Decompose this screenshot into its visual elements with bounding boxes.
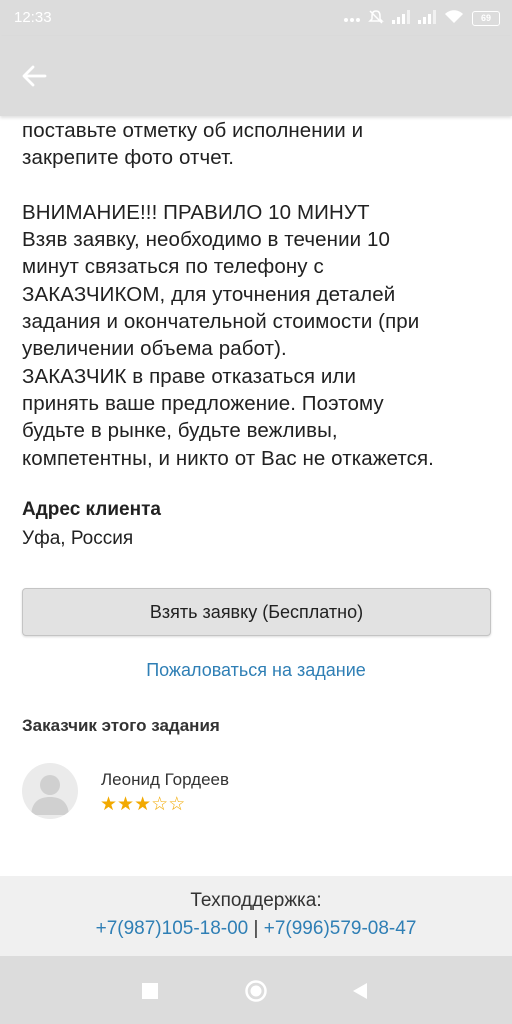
description-line: Взяв заявку, необходимо в течении 10	[22, 228, 390, 252]
description-line	[22, 172, 494, 199]
home-circle-icon	[245, 980, 267, 1002]
home-button[interactable]	[241, 976, 271, 1006]
star-filled-icon: ★	[117, 794, 135, 815]
take-task-button[interactable]: Взять заявку (Бесплатно)	[22, 588, 491, 636]
description-line: поставьте отметку об исполнении и	[22, 119, 364, 142]
description-line: минут связаться по телефону с	[22, 255, 324, 279]
app-bar	[0, 36, 512, 116]
mute-icon	[368, 9, 384, 28]
nav-back-button[interactable]	[345, 976, 375, 1006]
description-line: ВНИМАНИЕ!!! ПРАВИЛО 10 МИНУТ	[22, 200, 370, 224]
recents-button[interactable]	[135, 976, 165, 1006]
more-dots-icon	[344, 10, 360, 26]
back-button[interactable]	[14, 56, 54, 96]
support-phone-2[interactable]: +7(996)579-08-47	[264, 918, 417, 939]
support-phones: +7(987)105-18-00 | +7(996)579-08-47	[0, 918, 512, 940]
task-description: поставьте отметку об исполнении и закрепи…	[22, 117, 494, 472]
wifi-icon	[444, 9, 464, 27]
star-empty-icon: ☆	[151, 794, 169, 815]
description-line: увеличении объема работ).	[22, 337, 287, 361]
description-line: задания и окончательной стоимости (при	[22, 310, 420, 334]
description-line: принять ваше предложение. Поэтому	[22, 391, 384, 415]
description-line: закрепите фото отчет.	[22, 146, 235, 170]
description-line: ЗАКАЗЧИК в праве отказаться или	[22, 364, 357, 388]
description-line: будьте в рынке, будьте вежливы,	[22, 419, 338, 443]
back-triangle-icon	[353, 983, 367, 999]
customer-rating: ★ ★ ★ ☆ ☆	[100, 795, 185, 815]
status-bar: 12:33 69	[0, 0, 512, 36]
address-title: Адрес клиента	[22, 499, 161, 520]
status-time: 12:33	[14, 9, 52, 26]
signal-icon	[392, 9, 410, 27]
support-title: Техподдержка:	[190, 890, 322, 911]
star-filled-icon: ★	[100, 794, 118, 815]
star-filled-icon: ★	[134, 794, 152, 815]
customer-section-title: Заказчик этого задания	[22, 716, 220, 735]
description-line: ЗАКАЗЧИКОМ, для уточнения деталей	[22, 282, 396, 306]
battery-level: 69	[480, 13, 491, 23]
back-arrow-icon	[22, 65, 47, 87]
complain-link[interactable]: Пожаловаться на задание	[0, 660, 512, 681]
phone-separator: |	[253, 918, 259, 939]
system-nav-bar	[0, 956, 512, 1024]
signal-icon	[418, 9, 436, 27]
support-footer: Техподдержка: +7(987)105-18-00 | +7(996)…	[0, 876, 512, 956]
status-icons: 69	[344, 8, 500, 28]
customer-name[interactable]: Леонид Гордеев	[101, 770, 229, 790]
recents-square-icon	[142, 983, 158, 999]
support-phone-1[interactable]: +7(987)105-18-00	[96, 918, 249, 939]
avatar[interactable]	[22, 763, 78, 819]
user-placeholder-icon	[31, 775, 69, 815]
battery-icon: 69	[472, 10, 500, 26]
address-value: Уфа, Россия	[22, 528, 134, 549]
description-text: поставьте отметку об исполнении и закрепи…	[22, 117, 494, 472]
star-empty-icon: ☆	[168, 794, 186, 815]
description-line: компетентны, и никто от Вас не откажется…	[22, 446, 434, 470]
